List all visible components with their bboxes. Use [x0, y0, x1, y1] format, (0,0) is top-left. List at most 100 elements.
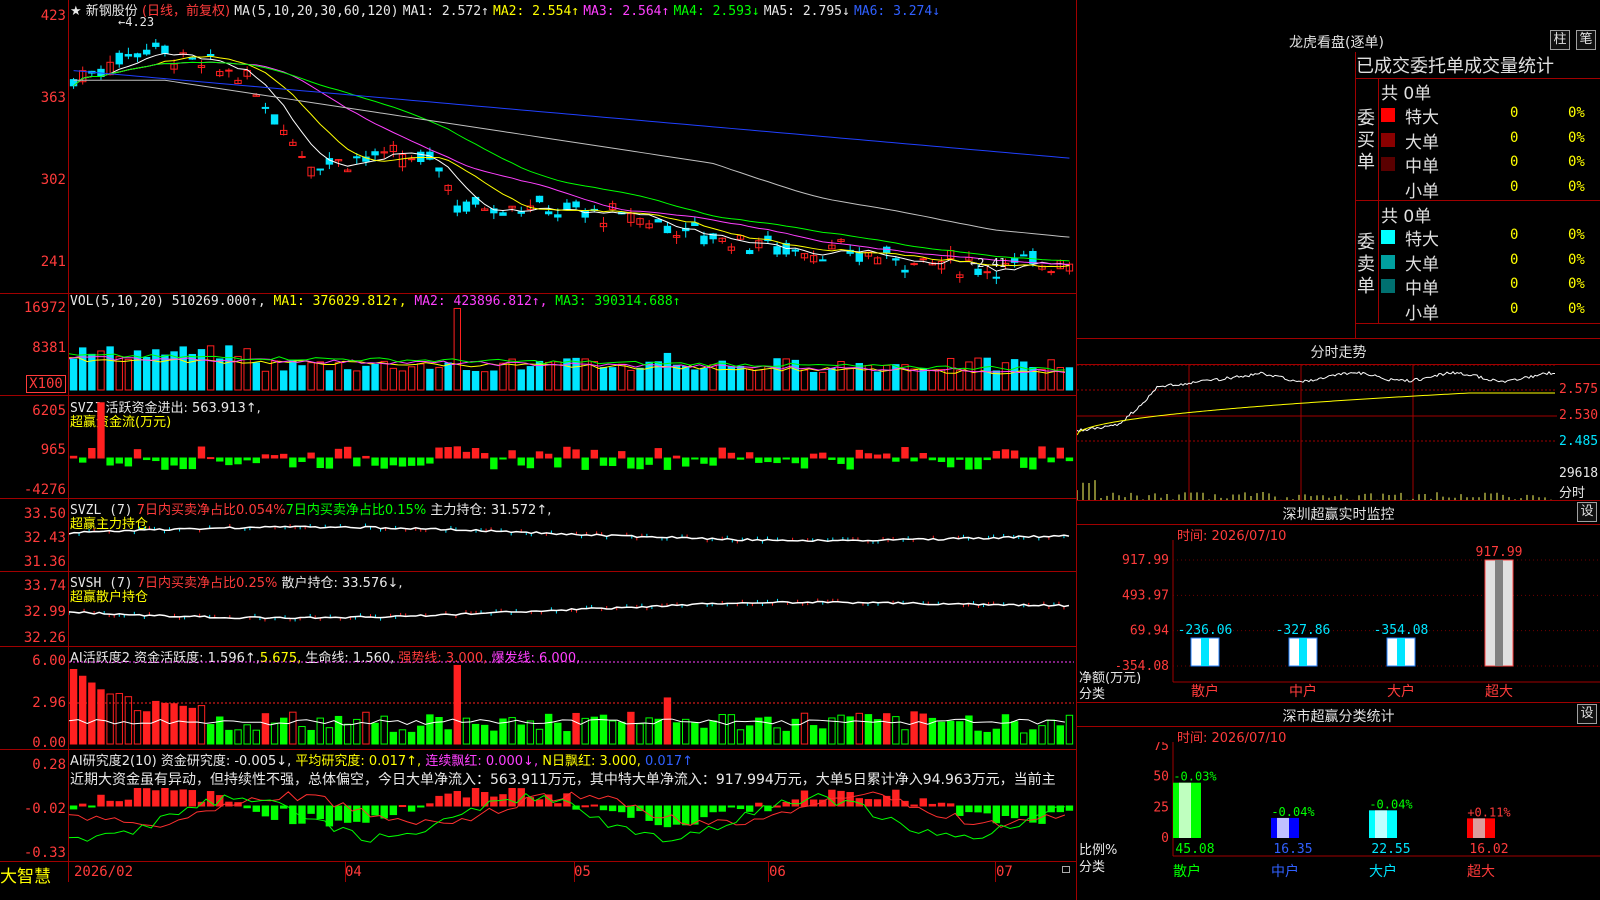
indicator-bar: [682, 805, 690, 826]
classify-axis-label: 50: [1153, 770, 1169, 785]
date-label: 05: [574, 864, 591, 880]
indicator-bar: [819, 371, 827, 391]
candle-body: [700, 235, 708, 245]
indicator-bar: [663, 352, 672, 391]
indicator-bar: [590, 449, 599, 459]
classify-category-label: 超大: [1467, 864, 1495, 880]
indicator-bar: [371, 805, 379, 816]
main-chart-area[interactable]: ★ 新钢股份 (日线，前复权) MA(5,10,20,30,60,120) MA…: [0, 0, 1077, 900]
candlestick-chart[interactable]: [69, 18, 1076, 293]
indicator-bar: [919, 453, 927, 459]
svsh-axis-label: 32.99: [23, 604, 66, 620]
indicator-bar: [755, 457, 763, 463]
indicator-bar: [919, 368, 927, 391]
indicator-bar: [974, 805, 982, 813]
position-line: [69, 600, 1070, 620]
indicator-bar: [97, 794, 105, 807]
indicator-bar: [946, 457, 955, 468]
indicator-bar: [115, 801, 123, 807]
buy-row-count: 0: [1510, 178, 1519, 195]
indicator-bar: [481, 453, 489, 459]
indicator-bar: [937, 721, 946, 745]
candle-body: [517, 211, 525, 214]
sell-swatch: [1381, 254, 1395, 269]
indicator-bar: [142, 356, 151, 391]
indicator-bar: [956, 721, 964, 745]
indicator-bar: [179, 789, 187, 807]
indicator-bar: [115, 692, 123, 745]
indicator-bar: [608, 805, 617, 812]
indicator-bar: [462, 451, 471, 459]
indicator-bar: [142, 457, 151, 461]
candle-body: [992, 276, 1001, 279]
indicator-bar: [298, 365, 306, 391]
indicator-bar: [517, 457, 525, 466]
candle-body: [1029, 250, 1037, 265]
indicator-bar: [1029, 729, 1037, 745]
indicator-bar: [965, 361, 973, 391]
indicator-bar: [709, 805, 717, 813]
lock-icon[interactable]: [1062, 866, 1070, 873]
candle-body: [554, 214, 562, 218]
vol-unit-badge[interactable]: X100: [26, 375, 66, 393]
candle-body: [974, 268, 982, 275]
sell-row-name: 小单: [1405, 303, 1439, 324]
indicator-bar: [809, 453, 818, 459]
indicator-bar: [535, 799, 544, 807]
classify-category-label: 散户: [1173, 863, 1201, 880]
indicator-bar: [398, 370, 407, 391]
tick-view-button[interactable]: 笔: [1576, 30, 1596, 50]
indicator-bar: [124, 457, 133, 467]
indicator-bar: [161, 788, 169, 807]
indicator-bar: [563, 731, 571, 745]
period-label[interactable]: (日线，前复权): [142, 4, 230, 19]
indicator-bar: [261, 805, 270, 817]
indicator-bar: [417, 725, 425, 745]
indicator-bar: [106, 800, 114, 807]
ma-line: [73, 52, 1070, 272]
indicator-bar: [188, 457, 197, 470]
sell-row-count: 0: [1510, 251, 1519, 268]
monitor-value-label: -327.86: [1276, 623, 1331, 638]
dragon-tabs[interactable]: 已成交委托单成交量统计: [1356, 52, 1600, 78]
classify-category-label: 中户: [1271, 863, 1299, 880]
indicator-bar: [316, 361, 324, 391]
indicator-bar: [471, 788, 480, 807]
dragon-title: 龙虎看盘(逐单): [1289, 35, 1384, 51]
indicator-bar: [956, 457, 964, 460]
indicator-bar: [252, 457, 260, 464]
indicator-bar: [791, 799, 800, 807]
indicator-bar: [745, 452, 754, 459]
indicator-bar: [554, 457, 562, 468]
candle-body: [225, 69, 233, 72]
indicator-bar: [124, 358, 133, 391]
settings-button[interactable]: 设: [1577, 704, 1597, 724]
indicator-bar: [1047, 719, 1055, 745]
indicator-bar: [1029, 457, 1037, 470]
indicator-bar: [983, 805, 991, 814]
indicator-bar: [206, 457, 215, 460]
ai-research-axis-label: 0.28: [32, 757, 66, 773]
intraday-chart: [1077, 365, 1557, 500]
sell-row-name: 中单: [1405, 279, 1439, 299]
date-tick: [768, 862, 769, 882]
indicator-bar: [289, 711, 297, 745]
intraday-panel[interactable]: 分时走势 2.575 2.530 2.485 29618 分时: [1077, 338, 1600, 501]
column-view-button[interactable]: 柱: [1550, 30, 1570, 50]
ma-line: [73, 61, 1070, 266]
indicator-bar: [901, 447, 909, 459]
indicator-bar: [755, 802, 763, 807]
buy-row-pct: 0%: [1568, 154, 1585, 170]
indicator-bar: [334, 715, 343, 745]
settings-button[interactable]: 设: [1577, 502, 1597, 522]
indicator-bar: [307, 729, 315, 745]
ai-research-text2: 平均研究度: 0.017↑,: [295, 754, 422, 769]
candle-body: [819, 259, 827, 262]
indicator-bar: [316, 805, 324, 820]
monitor-category-label: 超大: [1485, 684, 1513, 700]
indicator-bar: [718, 805, 726, 812]
indicator-bar: [216, 457, 224, 462]
indicator-bar: [380, 360, 388, 391]
indicator-bar: [471, 723, 480, 745]
ma3-value: MA3: 2.564↑: [583, 4, 670, 19]
